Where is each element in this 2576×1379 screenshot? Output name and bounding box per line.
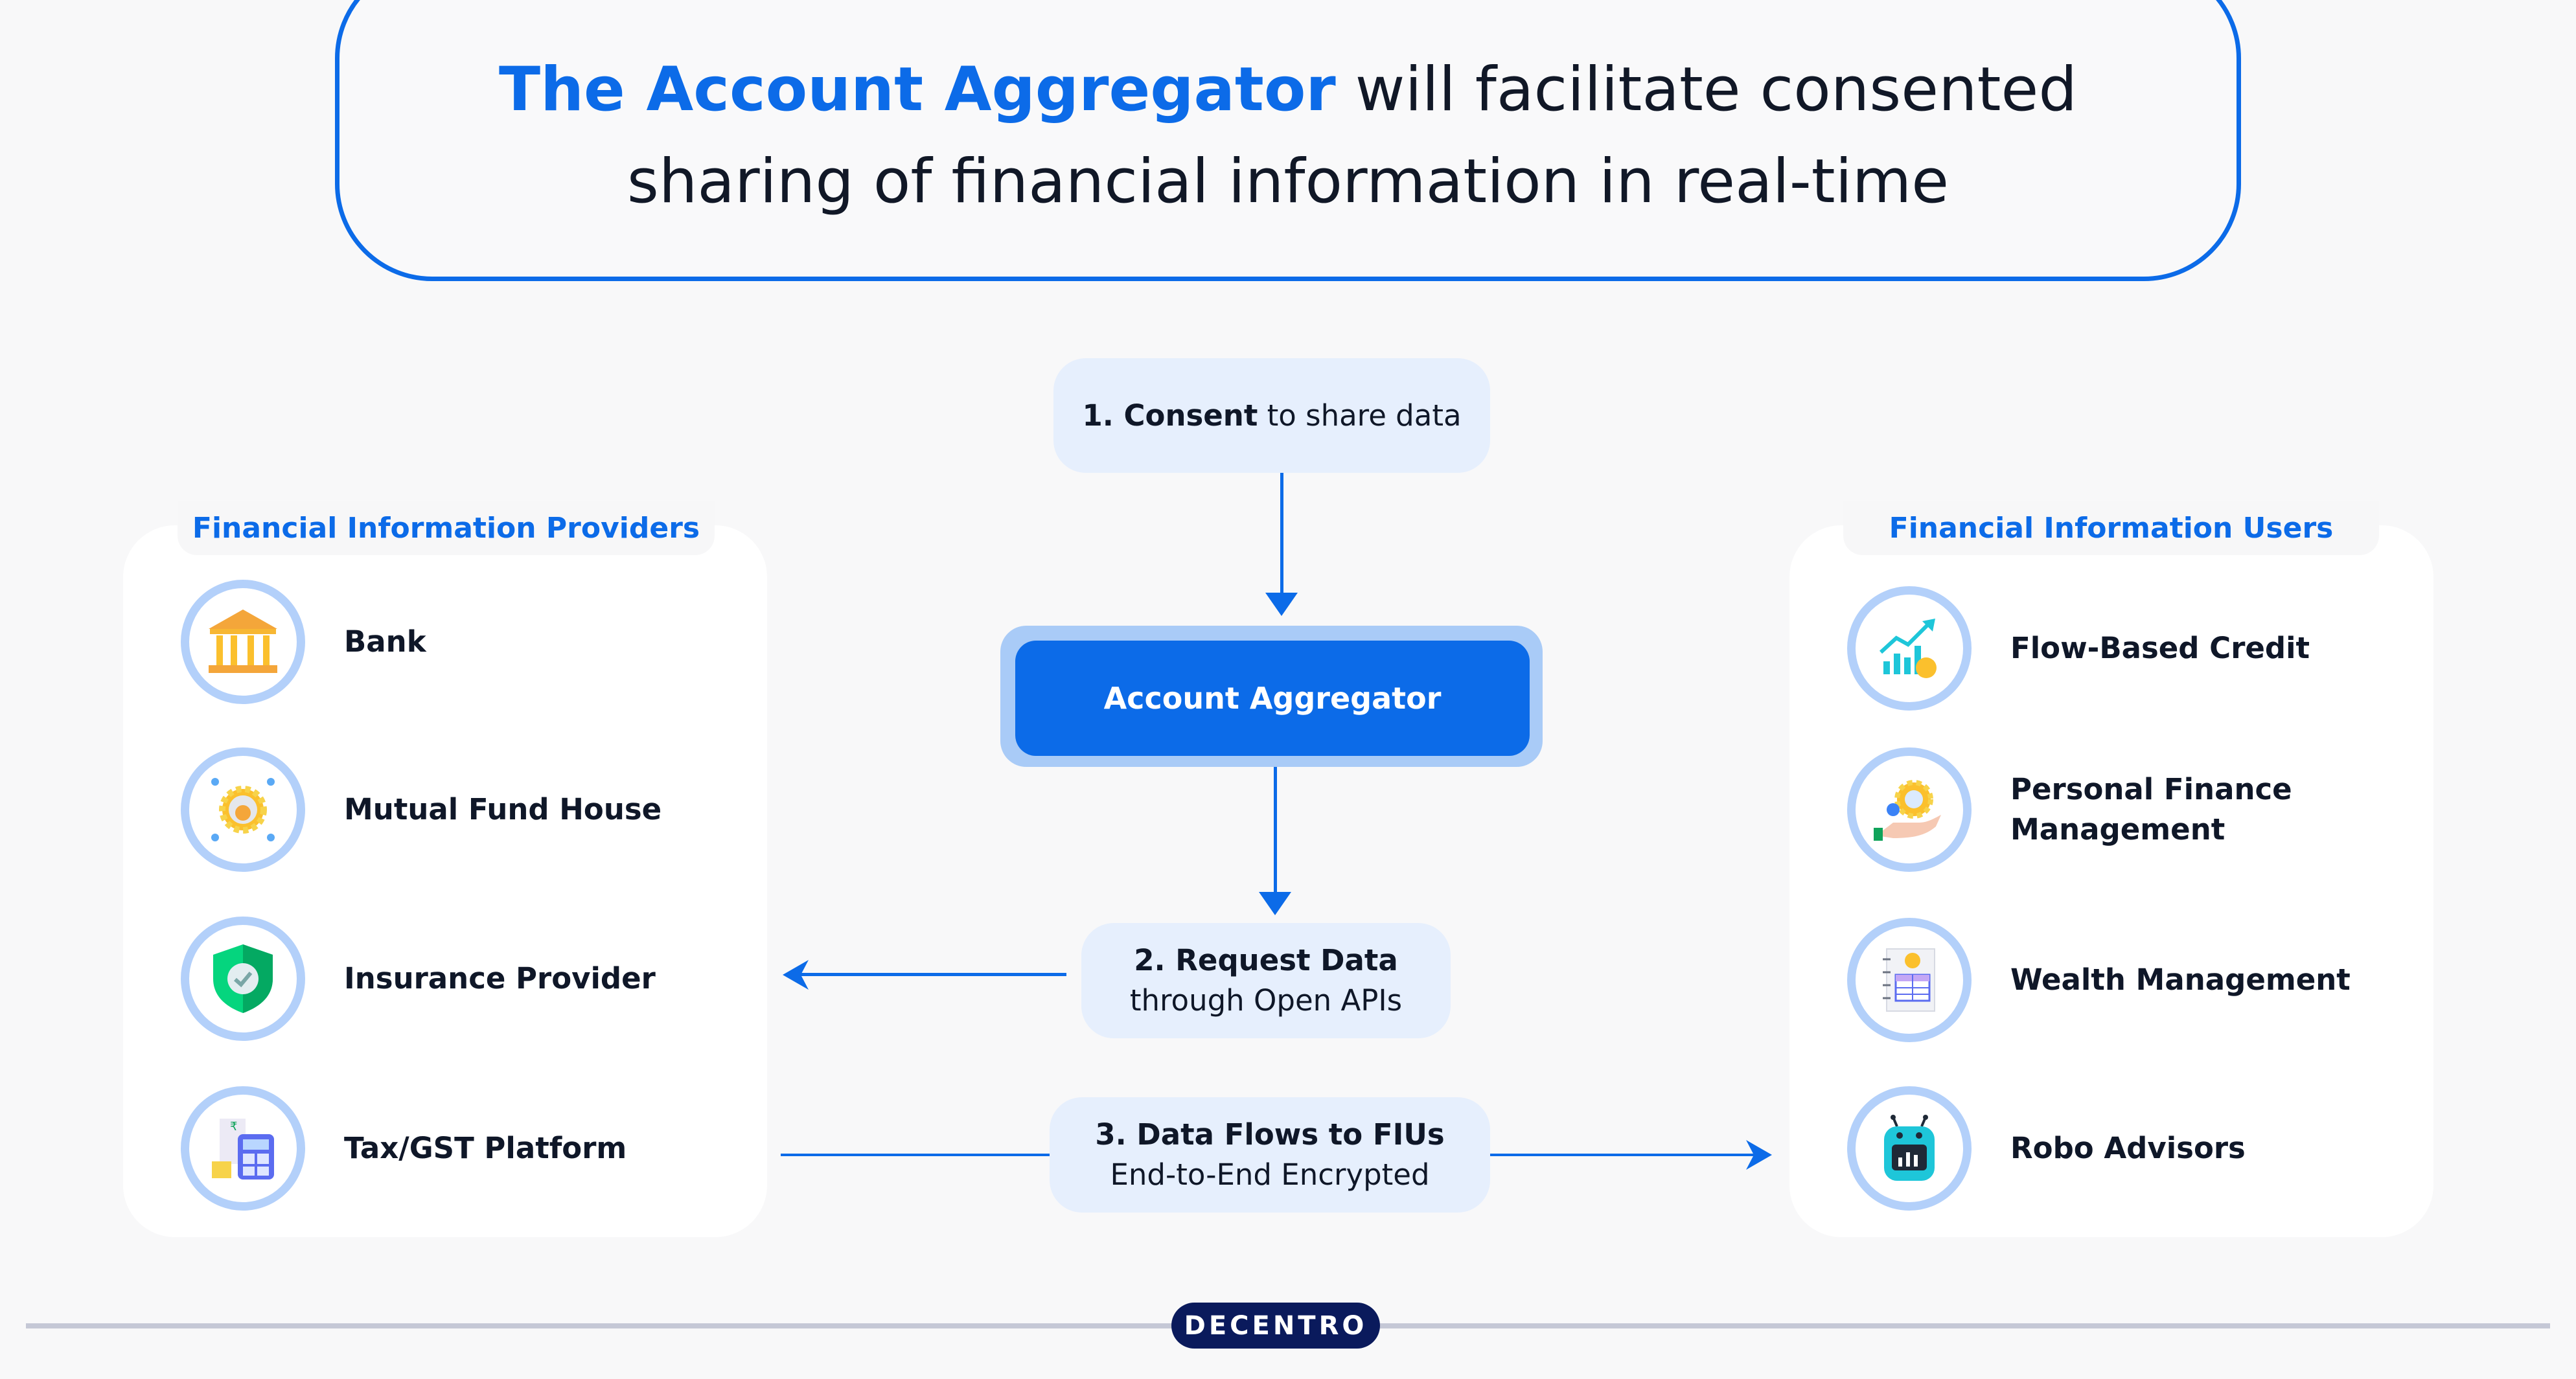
- users-title: Financial Information Users: [1843, 501, 2379, 555]
- user-item-robo-advisors: Robo Advisors: [1847, 1086, 2246, 1211]
- user-item-personal-finance: Personal Finance Management: [1847, 747, 2292, 872]
- line-fip-to-flow: [781, 1154, 1050, 1156]
- arrow-request-to-fip: [797, 973, 1066, 976]
- providers-title: Financial Information Providers: [178, 501, 715, 555]
- step-request-data: 2. Request Data through Open APIs: [1081, 923, 1451, 1038]
- step-data-flows: 3. Data Flows to FIUs End-to-End Encrypt…: [1050, 1097, 1490, 1213]
- arrow-consent-to-aa: [1280, 473, 1283, 602]
- user-item-flow-credit: Flow-Based Credit: [1847, 586, 2310, 711]
- provider-item-mutual-fund: Mutual Fund House: [181, 747, 661, 872]
- growth-chart-icon: [1847, 586, 1972, 711]
- ledger-icon: [1847, 918, 1972, 1042]
- page-title: The Account Aggregator will facilitate c…: [498, 54, 2078, 217]
- arrow-flow-to-fiu: [1490, 1154, 1756, 1156]
- decentro-logo: DECENTRO: [1171, 1303, 1380, 1349]
- hand-finance-icon: [1847, 747, 1972, 872]
- bank-icon: [181, 580, 305, 704]
- arrowhead-down-icon: [1259, 892, 1291, 915]
- mutual-fund-icon: [181, 747, 305, 872]
- provider-item-insurance: Insurance Provider: [181, 917, 656, 1041]
- user-item-wealth-management: Wealth Management: [1847, 918, 2351, 1042]
- shield-check-icon: [181, 917, 305, 1041]
- robot-icon: [1847, 1086, 1972, 1211]
- arrow-aa-to-request: [1274, 767, 1277, 896]
- provider-item-tax-gst: ₹ Tax/GST Platform: [181, 1086, 627, 1211]
- calculator-icon: ₹: [181, 1086, 305, 1211]
- arrowhead-left-icon: [783, 960, 809, 990]
- title-banner: The Account Aggregator will facilitate c…: [335, 0, 2241, 281]
- provider-item-bank: Bank: [181, 580, 426, 704]
- arrowhead-down-icon: [1265, 593, 1298, 616]
- svg-text:₹: ₹: [230, 1120, 237, 1134]
- arrowhead-right-icon: [1746, 1140, 1772, 1170]
- step-consent: 1. Consent to share data: [1053, 358, 1490, 473]
- account-aggregator-box: Account Aggregator: [1015, 641, 1530, 756]
